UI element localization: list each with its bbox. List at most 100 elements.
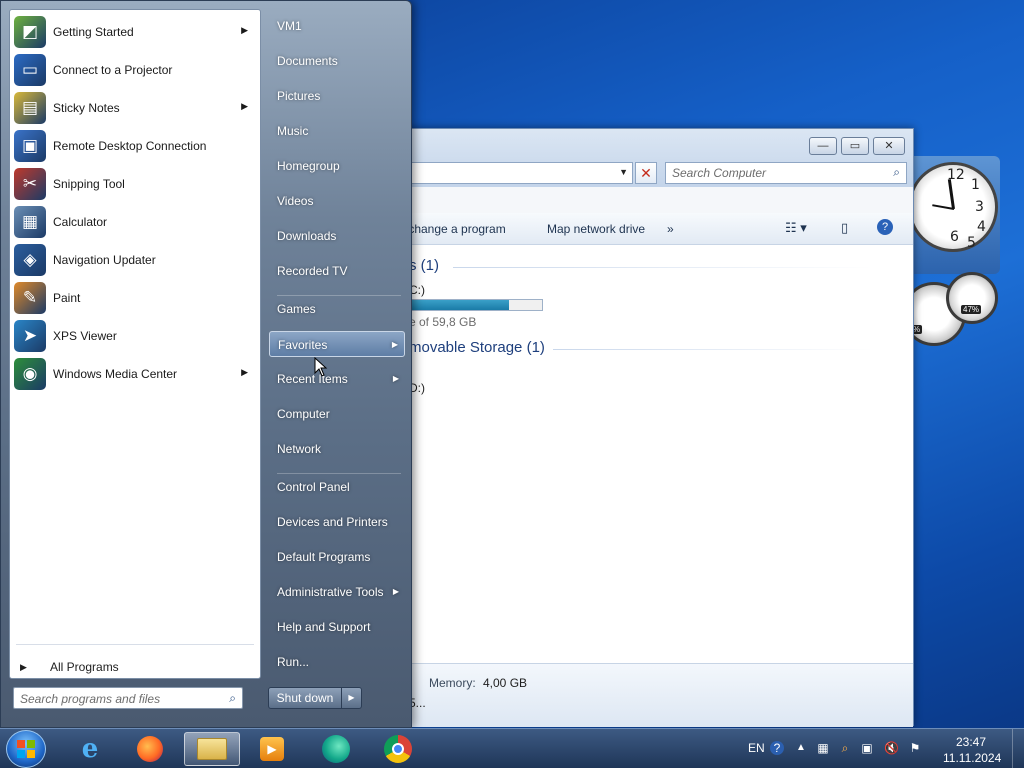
search-tray-icon[interactable]: ⌕ xyxy=(838,741,852,755)
start-link-vm1[interactable]: VM1 xyxy=(269,13,405,39)
program-item[interactable]: ▦ Calculator xyxy=(12,204,258,240)
start-link-pictures[interactable]: Pictures xyxy=(269,83,405,109)
windows-explorer-icon[interactable] xyxy=(184,732,240,766)
explorer-titlebar[interactable]: — ▭ ✕ ▼ ✕ Search Computer ⌕ xyxy=(393,129,913,187)
hour-hand xyxy=(947,179,955,210)
start-link-recorded-tv[interactable]: Recorded TV xyxy=(269,258,405,284)
search-programs-input[interactable]: Search programs and files ⌕ xyxy=(13,687,243,709)
mouse-cursor-icon xyxy=(314,357,328,377)
drive-c-free-text: e of 59,8 GB xyxy=(409,315,477,329)
clock-time[interactable]: 23:47 xyxy=(956,735,986,749)
submenu-arrow-icon: ▶ xyxy=(241,25,248,35)
start-link-run[interactable]: Run... xyxy=(269,649,405,675)
clear-address-icon[interactable]: ✕ xyxy=(635,162,657,184)
program-item[interactable]: ▣ Remote Desktop Connection xyxy=(12,128,258,164)
search-icon: ⌕ xyxy=(229,691,236,705)
submenu-arrow-icon: ▶ xyxy=(392,374,399,383)
start-link-games[interactable]: Games xyxy=(269,296,405,322)
start-link-administrative-tools[interactable]: Administrative Tools ▶ xyxy=(269,579,405,605)
removable-storage-group: movable Storage (1) xyxy=(409,339,545,356)
program-label: Calculator xyxy=(53,215,108,229)
more-commands-button[interactable]: » xyxy=(667,222,674,236)
all-programs-button[interactable]: ▶ All Programs xyxy=(20,660,256,678)
program-item[interactable]: ▤ Sticky Notes ▶ xyxy=(12,90,258,126)
minimize-button[interactable]: — xyxy=(809,137,837,155)
start-link-network[interactable]: Network xyxy=(269,436,405,462)
start-link-label: Games xyxy=(277,302,316,316)
chevron-down-icon[interactable]: ▼ xyxy=(619,167,628,177)
clock-gadget[interactable]: 12 3 6 1 4 5 xyxy=(900,156,1000,274)
drive-c-usage-bar xyxy=(393,299,543,311)
help-icon[interactable]: ? xyxy=(877,219,893,235)
preview-pane-icon[interactable]: ▯ xyxy=(841,220,848,236)
program-item[interactable]: ◈ Navigation Updater xyxy=(12,242,258,278)
start-link-label: Documents xyxy=(277,54,338,68)
hard-disks-group: s (1) xyxy=(409,257,439,274)
search-input[interactable]: Search Computer ⌕ xyxy=(665,162,907,184)
maximize-button[interactable]: ▭ xyxy=(841,137,869,155)
media-player-icon[interactable]: ▶ xyxy=(244,732,300,766)
start-link-help-and-support[interactable]: Help and Support xyxy=(269,614,405,640)
program-label: Windows Media Center xyxy=(53,367,178,381)
start-link-computer[interactable]: Computer xyxy=(269,401,405,427)
shutdown-options-icon[interactable]: ▶ xyxy=(341,687,362,709)
start-link-homegroup[interactable]: Homegroup xyxy=(269,153,405,179)
network-icon[interactable]: ▣ xyxy=(860,741,874,755)
start-link-default-programs[interactable]: Default Programs xyxy=(269,544,405,570)
view-options-icon[interactable]: ☷ ▾ xyxy=(785,220,807,236)
chrome-icon[interactable] xyxy=(370,732,426,766)
start-link-favorites[interactable]: Favorites ▶ xyxy=(269,331,405,357)
start-link-label: Help and Support xyxy=(277,620,371,634)
internet-explorer-icon[interactable]: e xyxy=(62,732,118,766)
start-link-control-panel[interactable]: Control Panel xyxy=(269,474,405,500)
shutdown-button[interactable]: Shut down xyxy=(268,687,342,709)
program-item[interactable]: ◩ Getting Started ▶ xyxy=(12,14,258,50)
start-link-recent-items[interactable]: Recent Items ▶ xyxy=(269,366,405,392)
start-link-music[interactable]: Music xyxy=(269,118,405,144)
program-label: Paint xyxy=(53,291,81,305)
chevron-right-icon: ▶ xyxy=(20,662,27,672)
firefox-icon[interactable] xyxy=(122,732,178,766)
taskbar: e ▶ EN ? ▲ ▦ ⌕ ▣ 🔇 ⚑ 23:47 11.11.2024 xyxy=(0,728,1024,768)
start-link-label: Default Programs xyxy=(277,550,371,564)
explorer-toolbar: r change a program Map network drive » ☷… xyxy=(393,213,913,245)
close-button[interactable]: ✕ xyxy=(873,137,905,155)
cpu-meter-gadget[interactable]: % 47% xyxy=(900,272,1000,362)
program-label: Navigation Updater xyxy=(53,253,156,267)
cpu-meter: 47% xyxy=(946,272,998,324)
explorer-window[interactable]: — ▭ ✕ ▼ ✕ Search Computer ⌕ r change a p… xyxy=(392,128,914,727)
sticky-notes-icon: ▤ xyxy=(14,92,46,124)
submenu-arrow-icon: ▶ xyxy=(391,340,398,349)
program-label: Getting Started xyxy=(53,25,134,39)
address-bar[interactable]: ▼ xyxy=(393,162,633,184)
uninstall-program-button[interactable]: r change a program xyxy=(401,222,506,236)
language-indicator[interactable]: EN xyxy=(748,741,765,755)
start-link-label: Homegroup xyxy=(277,159,340,173)
calculator-icon: ▦ xyxy=(14,206,46,238)
start-link-documents[interactable]: Documents xyxy=(269,48,405,74)
start-button[interactable] xyxy=(6,730,46,768)
start-link-videos[interactable]: Videos xyxy=(269,188,405,214)
show-desktop-button[interactable] xyxy=(1012,729,1024,768)
start-link-downloads[interactable]: Downloads xyxy=(269,223,405,249)
start-link-devices-and-printers[interactable]: Devices and Printers xyxy=(269,509,405,535)
program-item[interactable]: ➤ XPS Viewer xyxy=(12,318,258,354)
projector-icon: ▭ xyxy=(14,54,46,86)
program-item[interactable]: ▭ Connect to a Projector xyxy=(12,52,258,88)
clock-date[interactable]: 11.11.2024 xyxy=(943,751,1001,765)
search-icon[interactable]: ⌕ xyxy=(893,165,900,180)
program-item[interactable]: ✂ Snipping Tool xyxy=(12,166,258,202)
help-icon[interactable]: ? xyxy=(770,741,784,755)
map-network-drive-button[interactable]: Map network drive xyxy=(547,222,645,236)
submenu-arrow-icon: ▶ xyxy=(392,587,399,596)
edge-icon[interactable] xyxy=(308,732,364,766)
memory-value: 4,00 GB xyxy=(483,676,528,690)
memory-label: Memory: xyxy=(429,676,476,690)
show-hidden-icons-icon[interactable]: ▲ xyxy=(794,741,808,755)
action-center-icon[interactable]: ▦ xyxy=(816,741,830,755)
program-item[interactable]: ✎ Paint xyxy=(12,280,258,316)
program-item[interactable]: ◉ Windows Media Center ▶ xyxy=(12,356,258,392)
getting-started-icon: ◩ xyxy=(14,16,46,48)
volume-muted-icon[interactable]: 🔇 xyxy=(884,741,899,755)
flag-icon[interactable]: ⚑ xyxy=(908,741,922,755)
